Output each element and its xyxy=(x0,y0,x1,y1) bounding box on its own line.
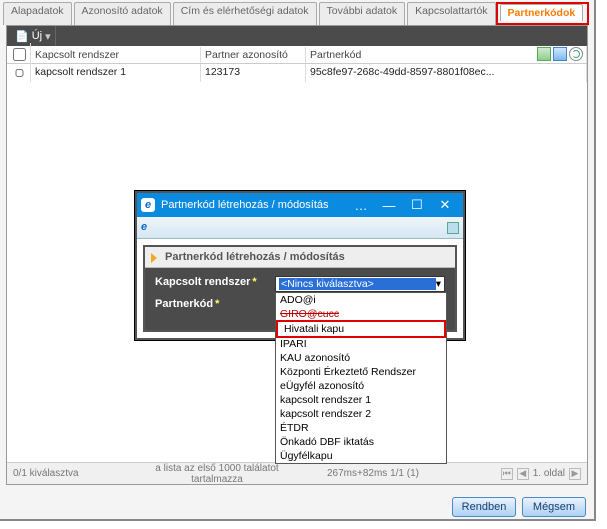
tab-azonosito[interactable]: Azonosító adatok xyxy=(74,2,171,25)
refresh-icon[interactable] xyxy=(569,47,583,61)
header-partner-id[interactable]: Partner azonosító xyxy=(201,47,306,63)
tab-kapcsolattartok[interactable]: Kapcsolattartók xyxy=(407,2,495,25)
dropdown-caret-icon: ▾ xyxy=(45,30,51,43)
ie-icon: e xyxy=(141,198,155,212)
modal-inner-title: Partnerkód létrehozás / módosítás xyxy=(145,247,455,268)
tab-partnerkodok[interactable]: Partnerkódok xyxy=(500,4,584,21)
ie-small-icon: e xyxy=(141,221,155,235)
option-highlight: Hivatali kapu xyxy=(276,320,446,338)
table-row[interactable]: kapcsolt rendszer 1 123173 95c8fe97-268c… xyxy=(7,64,587,82)
dropdown-option[interactable]: kapcsolt rendszer 1 xyxy=(276,393,446,407)
label-system: Kapcsolt rendszer* xyxy=(155,276,275,288)
hide-address-bar-icon[interactable]: … xyxy=(347,195,375,215)
ok-button[interactable]: Rendben xyxy=(452,497,516,517)
status-bar: 0/1 kiválasztva a lista az első 1000 tal… xyxy=(7,462,587,484)
row-checkbox[interactable] xyxy=(13,69,26,77)
bottom-buttons: Rendben Mégsem xyxy=(452,497,586,517)
system-select-display[interactable]: <Nincs kiválasztva> ▾ xyxy=(275,276,445,292)
tab-alapadatok[interactable]: Alapadatok xyxy=(3,2,72,25)
select-all-checkbox[interactable] xyxy=(13,48,26,61)
tab-strip: Alapadatok Azonosító adatok Cím és elérh… xyxy=(0,0,594,25)
header-system[interactable]: Kapcsolt rendszer xyxy=(31,47,201,63)
modal-form: Kapcsolt rendszer* <Nincs kiválasztva> ▾… xyxy=(145,268,455,330)
pager-prev-icon[interactable]: ◀ xyxy=(517,468,529,480)
pager-next-icon[interactable]: ▶ xyxy=(569,468,581,480)
cancel-button[interactable]: Mégsem xyxy=(522,497,586,517)
row-partner-id: 123173 xyxy=(201,64,306,82)
dropdown-option[interactable]: ÉTDR xyxy=(276,421,446,435)
pager-first-icon[interactable]: ⏮ xyxy=(501,468,513,480)
dropdown-option[interactable]: eÜgyfél azonosító xyxy=(276,379,446,393)
dropdown-option[interactable]: kapcsolt rendszer 2 xyxy=(276,407,446,421)
dropdown-option[interactable]: Hivatali kapu xyxy=(280,322,442,336)
content-area: 📄 Új ▾ Kapcsolt rendszer Partner azonosí… xyxy=(6,25,588,485)
dropdown-option[interactable]: ADO@i xyxy=(276,293,446,307)
maximize-icon[interactable]: ☐ xyxy=(403,195,431,215)
status-selection: 0/1 kiválasztva xyxy=(7,468,137,479)
modal-inner: Partnerkód létrehozás / módosítás Kapcso… xyxy=(143,245,457,332)
dropdown-option[interactable]: IPARI xyxy=(276,337,446,351)
lock-icon xyxy=(447,222,459,234)
modal-titlebar[interactable]: e Partnerkód létrehozás / módosítás … — … xyxy=(137,193,463,217)
pager: ⏮ ◀ 1. oldal ▶ xyxy=(487,468,587,480)
status-list-info: a lista az első 1000 találatot tartalmaz… xyxy=(137,463,297,485)
close-icon[interactable]: ✕ xyxy=(431,195,459,215)
system-dropdown: ADO@iGIRO@cuccHivatali kapuIPARIKAU azon… xyxy=(275,292,447,464)
modal-toolbar: e xyxy=(137,217,463,239)
modal-title: Partnerkód létrehozás / módosítás xyxy=(161,199,347,211)
row-system: kapcsolt rendszer 1 xyxy=(31,64,201,82)
dropdown-option[interactable]: GIRO@cucc xyxy=(276,307,446,321)
dropdown-option[interactable]: Önkadó DBF iktatás xyxy=(276,435,446,449)
label-partnercode: Partnerkód* xyxy=(155,298,275,310)
chevron-down-icon: ▾ xyxy=(436,278,441,290)
header-action-icons xyxy=(537,47,583,61)
pager-page: 1. oldal xyxy=(533,468,565,479)
table-header: Kapcsolt rendszer Partner azonosító Part… xyxy=(7,46,587,64)
system-selected-value: <Nincs kiválasztva> xyxy=(279,278,436,290)
tab-highlight: Partnerkódok xyxy=(496,2,590,25)
columns-icon[interactable] xyxy=(553,47,567,61)
status-timing: 267ms+82ms 1/1 (1) xyxy=(297,468,487,479)
tab-tovabbi[interactable]: További adatok xyxy=(319,2,406,25)
dropdown-option[interactable]: Ügyfélkapu xyxy=(276,449,446,463)
minimize-icon[interactable]: — xyxy=(375,195,403,215)
new-label: Új xyxy=(32,30,42,42)
list-toolbar: 📄 Új ▾ xyxy=(7,26,587,46)
tab-cim[interactable]: Cím és elérhetőségi adatok xyxy=(173,2,317,25)
header-checkbox[interactable] xyxy=(7,43,31,66)
main-window: Alapadatok Azonosító adatok Cím és elérh… xyxy=(0,0,596,521)
system-select[interactable]: <Nincs kiválasztva> ▾ ADO@iGIRO@cuccHiva… xyxy=(275,276,445,292)
row-partner-code: 95c8fe97-268c-49dd-8597-8801f08ec... xyxy=(306,64,587,82)
dropdown-option[interactable]: KAU azonosító xyxy=(276,351,446,365)
dropdown-option[interactable]: Központi Érkeztető Rendszer xyxy=(276,365,446,379)
export-icon[interactable] xyxy=(537,47,551,61)
page-icon: 📄 xyxy=(15,30,29,43)
partnercode-modal: e Partnerkód létrehozás / módosítás … — … xyxy=(135,191,465,340)
